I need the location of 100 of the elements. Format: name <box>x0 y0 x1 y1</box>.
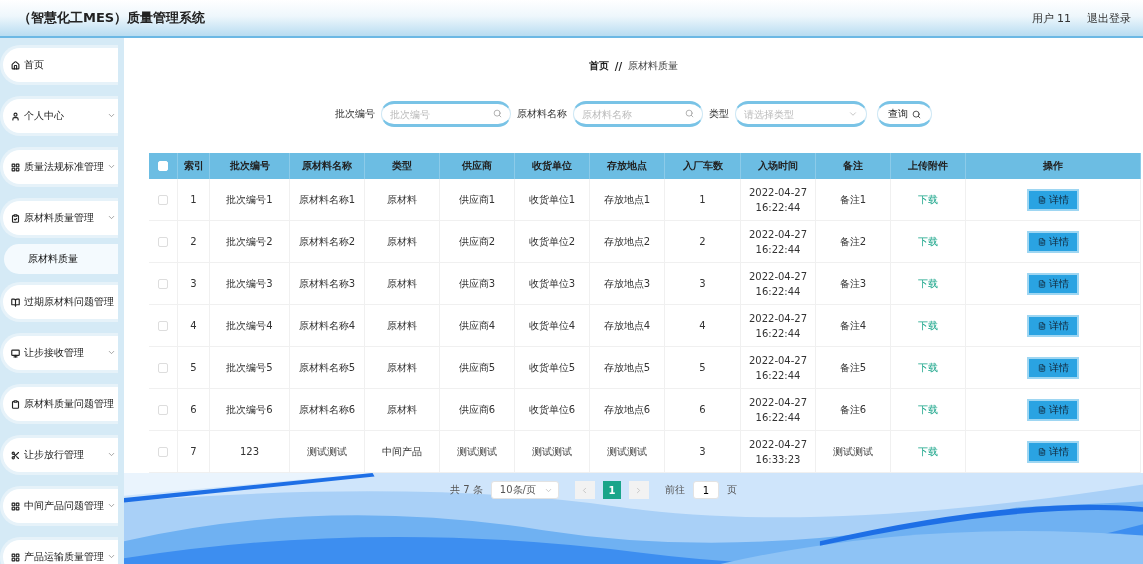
table-cell-text: 存放地点1 <box>603 193 651 207</box>
logout-link[interactable]: 退出登录 <box>1087 10 1131 26</box>
column-header: 入场时间 <box>741 153 816 179</box>
detail-button[interactable]: 详情 <box>1027 188 1079 211</box>
column-header: 原材料名称 <box>290 153 365 179</box>
detail-button[interactable]: 详情 <box>1027 398 1079 421</box>
table-cell-text: 测试测试 <box>833 445 873 459</box>
table-cell-text: 批次编号2 <box>226 235 273 249</box>
sidebar-item[interactable]: 原材料质量问题管理 <box>0 384 118 424</box>
sidebar-item[interactable]: 让步放行管理 <box>0 435 118 475</box>
row-checkbox[interactable] <box>158 446 168 457</box>
document-icon <box>1037 363 1046 372</box>
book-icon <box>11 297 20 307</box>
document-icon <box>1037 447 1046 456</box>
table-cell-text: 批次编号3 <box>226 277 273 291</box>
detail-button[interactable]: 详情 <box>1027 440 1079 463</box>
detail-button[interactable]: 详情 <box>1027 356 1079 379</box>
sidebar-item[interactable]: 中间产品问题管理 <box>0 486 118 526</box>
table-cell-text: 收货单位3 <box>528 277 576 291</box>
table-cell-text: 5 <box>699 361 706 375</box>
table-cell-text: 供应商1 <box>458 193 496 207</box>
search-icon <box>912 109 921 119</box>
table-cell-text: 4 <box>699 319 706 333</box>
sidebar-item[interactable]: 产品运输质量管理 <box>0 537 118 564</box>
table-cell-text: 收货单位1 <box>528 193 576 207</box>
sidebar-item[interactable]: 个人中心 <box>0 96 118 136</box>
table-cell-text: 测试测试 <box>307 445 347 459</box>
row-checkbox[interactable] <box>158 236 168 247</box>
document-icon <box>1037 279 1046 288</box>
table-cell-text: 批次编号5 <box>226 361 273 375</box>
row-checkbox[interactable] <box>158 320 168 331</box>
column-header: 入厂车数 <box>665 153 741 179</box>
table-cell-text: 原材料 <box>387 361 417 375</box>
table-cell-text: 2022-04-27 16:22:44 <box>747 395 809 425</box>
table-cell-text: 存放地点6 <box>603 403 651 417</box>
document-icon <box>1037 195 1046 204</box>
table-cell-text: 原材料名称1 <box>298 193 356 207</box>
page-unit: 页 <box>726 483 737 497</box>
grid-icon <box>11 162 20 172</box>
breadcrumb-home[interactable]: 首页 <box>588 59 609 73</box>
detail-button[interactable]: 详情 <box>1027 230 1079 253</box>
column-header: 供应商 <box>440 153 515 179</box>
table-cell-text: 原材料名称6 <box>298 403 356 417</box>
clipboard-check-icon <box>11 213 20 223</box>
table-cell-text: 备注5 <box>839 361 867 375</box>
chevron-icon <box>107 501 116 510</box>
sidebar-item[interactable]: 让步接收管理 <box>0 333 118 373</box>
previous-page-button[interactable] <box>574 481 595 499</box>
search-field[interactable]: 原材料名称 <box>573 101 703 127</box>
app-title: （智慧化工MES）质量管理系统 <box>18 9 206 27</box>
chevron-icon <box>848 109 858 119</box>
chevron-icon <box>107 450 116 459</box>
column-header: 存放地点 <box>590 153 665 179</box>
row-checkbox[interactable] <box>158 278 168 289</box>
table-cell-text: 2022-04-27 16:22:44 <box>747 185 809 215</box>
detail-button[interactable]: 详情 <box>1027 314 1079 337</box>
goto-page-field[interactable]: 1 <box>692 481 719 499</box>
table-cell-text: 3 <box>190 277 197 291</box>
document-icon <box>1037 405 1046 414</box>
table-cell-text: 原材料名称4 <box>298 319 356 333</box>
next-page-button[interactable] <box>628 481 649 499</box>
user-icon <box>11 111 20 121</box>
table-cell-text: 收货单位4 <box>528 319 576 333</box>
page-size-select[interactable]: 10条/页 <box>490 481 559 499</box>
table-cell-text: 7 <box>190 445 197 459</box>
sidebar-item[interactable]: 质量法规标准管理 <box>0 147 118 187</box>
table-cell-text: 原材料 <box>387 277 417 291</box>
table-cell-text: 4 <box>190 319 197 333</box>
sidebar-subitem[interactable]: 原材料质量 <box>4 244 118 274</box>
table-cell-text: 1 <box>699 193 706 207</box>
table-cell-text: 原材料名称2 <box>298 235 356 249</box>
chevron-icon <box>107 162 116 171</box>
chevron-icon <box>107 552 116 561</box>
sidebar-item[interactable]: 首页 <box>0 45 118 85</box>
column-header: 批次编号 <box>210 153 290 179</box>
select-all-checkbox[interactable] <box>158 161 168 171</box>
table-cell-text: 原材料 <box>387 193 417 207</box>
table-cell-text: 存放地点3 <box>603 277 651 291</box>
table-cell-text: 存放地点2 <box>603 235 651 249</box>
table-cell-text: 123 <box>239 445 260 459</box>
query-button[interactable]: 查询 <box>877 101 932 127</box>
search-icon <box>493 109 502 118</box>
goto-label: 前往 <box>664 483 685 497</box>
table-cell-text: 供应商4 <box>458 319 496 333</box>
table-cell-text: 收货单位2 <box>528 235 576 249</box>
table-cell-text: 收货单位5 <box>528 361 576 375</box>
detail-button[interactable]: 详情 <box>1027 272 1079 295</box>
table-cell-text: 批次编号4 <box>226 319 273 333</box>
row-checkbox[interactable] <box>158 404 168 415</box>
search-field[interactable]: 批次编号 <box>381 101 511 127</box>
table-cell-text: 2 <box>699 235 706 249</box>
chevron-icon <box>107 348 116 357</box>
sidebar-item[interactable]: 原材料质量管理 <box>0 198 118 238</box>
document-icon <box>1037 321 1046 330</box>
row-checkbox[interactable] <box>158 362 168 373</box>
table-cell-text: 备注1 <box>839 193 867 207</box>
table-cell-text: 原材料名称3 <box>298 277 356 291</box>
sidebar-item[interactable]: 过期原材料问题管理 <box>0 282 118 322</box>
row-checkbox[interactable] <box>158 194 168 205</box>
table-cell-text: 供应商3 <box>458 277 496 291</box>
